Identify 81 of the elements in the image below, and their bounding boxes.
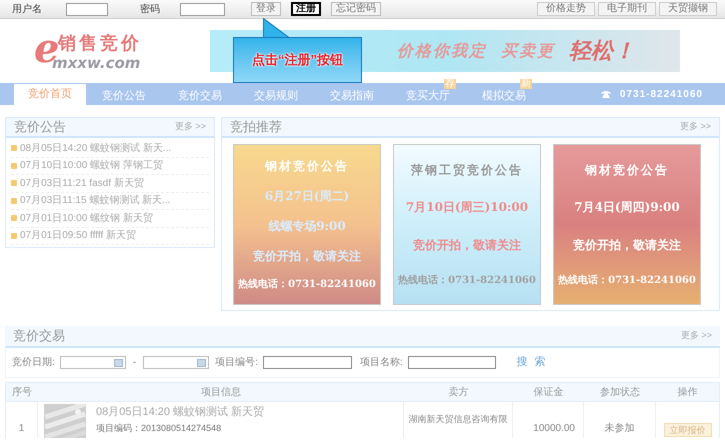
phone-icon	[600, 90, 612, 99]
header-button[interactable]: 登录	[251, 2, 281, 16]
project-name-field[interactable]	[408, 356, 496, 369]
bullet-icon	[11, 232, 17, 239]
username-field[interactable]	[66, 2, 108, 16]
nav-tab[interactable]: 竞买大厅	[404, 89, 452, 103]
poster-text: 竞价开拍，敬请关注	[573, 236, 681, 254]
announcement-link[interactable]: 08月05日14:20 螺蚊钢测试 新天...	[20, 140, 172, 156]
poster-text: 竞价开拍，敬请关注	[253, 248, 361, 265]
header-link[interactable]: 电子期刊	[598, 2, 656, 16]
logo-title: 销售竞价	[58, 32, 142, 53]
project-code: 项目编码：2013080514274548	[96, 422, 222, 434]
phone-number: 0731-82241060	[620, 88, 703, 102]
header-link[interactable]: 天贸撷钢	[659, 2, 717, 16]
project-name-label: 项目名称:	[360, 356, 403, 370]
bullet-icon	[11, 180, 17, 186]
column-header: 操作	[676, 386, 698, 400]
column-header: 序号	[11, 386, 33, 400]
password-label: 密码	[140, 2, 160, 16]
table-cell: 10000.00	[513, 402, 584, 438]
poster-text: 6月27日(周二)	[264, 188, 350, 205]
column-header: 保证金	[532, 386, 564, 400]
project-title-link[interactable]: 08月05日14:20 螺蚊钢测试 新天贸	[96, 404, 264, 420]
nav-tab[interactable]: 竞价公告	[100, 89, 148, 103]
quote-button[interactable]: 立即报价	[664, 423, 712, 437]
more-link[interactable]: 更多 >>	[174, 120, 206, 134]
project-code-label: 项目编号:	[215, 356, 258, 370]
bullet-icon	[11, 145, 17, 152]
announcement-link[interactable]: 07月01日09:50 fffff 新天贸	[20, 228, 136, 244]
panel-title: 竞价交易	[13, 327, 65, 346]
project-code-field[interactable]	[262, 356, 352, 369]
auction-poster[interactable]: 钢材竞价公告 7月4日(周四)9:00 竞价开拍，敬请关注 热线电话：0731-82241060	[553, 144, 701, 305]
more-link[interactable]: 更多 >>	[680, 120, 711, 134]
auction-poster[interactable]: 萍钢工贸竞价公告 7月10日(周三)10:00 竞价开拍，敬请关注 热线电话：0731-82241060	[393, 144, 541, 305]
poster-text: 热线电话：0731-82241060	[238, 278, 376, 292]
poster-text: 热线电话：0731-82241060	[398, 274, 536, 288]
auction-poster[interactable]: 钢材竞价公告 6月27日(周二) 线螺专场9:00 竞价开拍，敬请关注 热线电话：0731-82241060	[233, 144, 381, 305]
announcement-link[interactable]: 07月01日10:00 螺纹钢 新天贸	[20, 210, 153, 226]
nav-tab[interactable]: 交易规则	[252, 89, 300, 103]
nav-tab[interactable]: 竞价交易	[176, 89, 224, 103]
column-header: 参加状态	[599, 386, 641, 400]
poster-text: 萍钢工贸竞价公告	[411, 162, 523, 179]
panel-title: 竞拍推荐	[230, 118, 282, 136]
search-button[interactable]: 搜 索	[516, 354, 548, 371]
calendar-icon	[197, 358, 206, 366]
date-field[interactable]	[60, 356, 126, 369]
banner-slogan: 价格你我定	[397, 40, 487, 62]
table-cell: 湖南新天贸信息咨询有限	[404, 402, 513, 438]
bullet-icon	[11, 198, 17, 204]
banner-emphasis: 轻松！	[569, 36, 635, 66]
nav-tab[interactable]: 竞价首页	[14, 84, 86, 105]
more-link[interactable]: 更多 >>	[680, 329, 712, 343]
calendar-icon	[114, 358, 123, 366]
banner-slogan: 买卖更	[501, 40, 555, 62]
poster-text: 7月4日(周四)9:00	[574, 199, 680, 216]
table-cell: 未参加	[584, 402, 656, 438]
announcement-link[interactable]: 07月03日11:15 螺蚊钢测试 新天...	[20, 193, 170, 208]
date-label: 竞价日期:	[12, 356, 55, 370]
poster-text: 钢材竞价公告	[585, 162, 669, 179]
announcement-link[interactable]: 07月10日10:00 螺蚊钢 萍钢工贸	[20, 158, 163, 174]
announcement-link[interactable]: 07月03日11:21 fasdf 新天贸	[20, 176, 144, 191]
table-cell: 1	[6, 402, 38, 438]
poster-text: 线螺专场9:00	[268, 218, 346, 235]
poster-text: 7月10日(周三)10:00	[406, 199, 528, 216]
header-link[interactable]: 价格走势	[537, 2, 595, 16]
column-header: 卖方	[448, 386, 470, 400]
bullet-icon	[11, 162, 17, 169]
header-button[interactable]: 忘记密码	[331, 2, 381, 16]
date-field[interactable]	[143, 356, 210, 369]
password-field[interactable]	[180, 2, 225, 16]
nav-tab[interactable]: 交易指南	[328, 89, 376, 103]
panel-title: 竞价公告	[14, 118, 66, 136]
nav-tab[interactable]: 模拟交易	[480, 89, 528, 103]
date-dash: -	[132, 356, 136, 370]
bullet-icon	[11, 215, 17, 222]
callout-text: 点击“注册”按钮	[252, 51, 343, 70]
poster-text: 热线电话：0731-82241060	[558, 274, 696, 288]
poster-text: 钢材竞价公告	[265, 158, 349, 175]
poster-text: 竞价开拍，敬请关注	[413, 236, 521, 254]
username-label: 用户名	[12, 2, 42, 16]
column-header: 项目信息	[200, 386, 242, 400]
